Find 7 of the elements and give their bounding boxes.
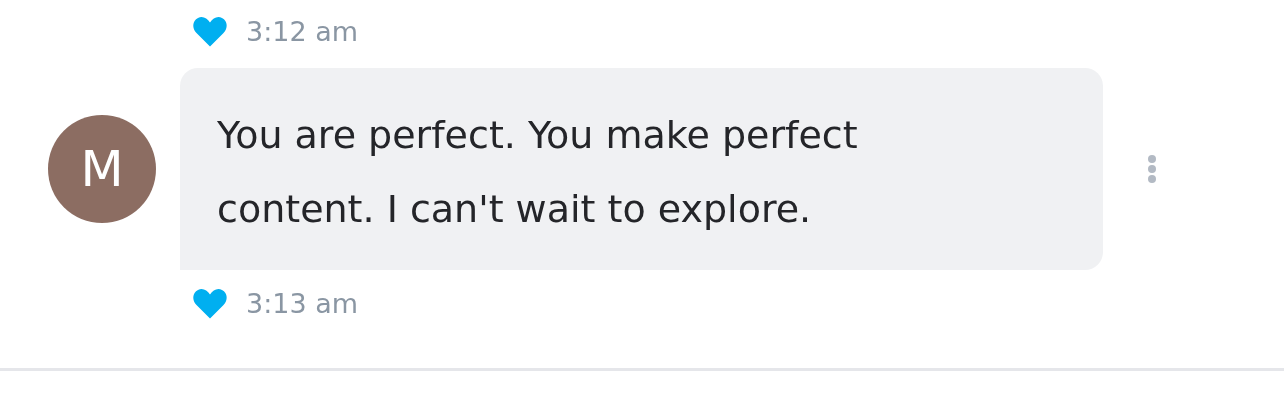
- message-text: You are perfect. You make perfect content. I can't wait to explore.: [217, 112, 859, 233]
- heart-icon[interactable]: [192, 14, 228, 48]
- message-time: 3:12 am: [246, 15, 359, 47]
- more-options-icon[interactable]: [1147, 155, 1157, 183]
- avatar[interactable]: M: [48, 115, 156, 223]
- heart-icon[interactable]: [192, 286, 228, 320]
- message-time: 3:13 am: [246, 287, 359, 319]
